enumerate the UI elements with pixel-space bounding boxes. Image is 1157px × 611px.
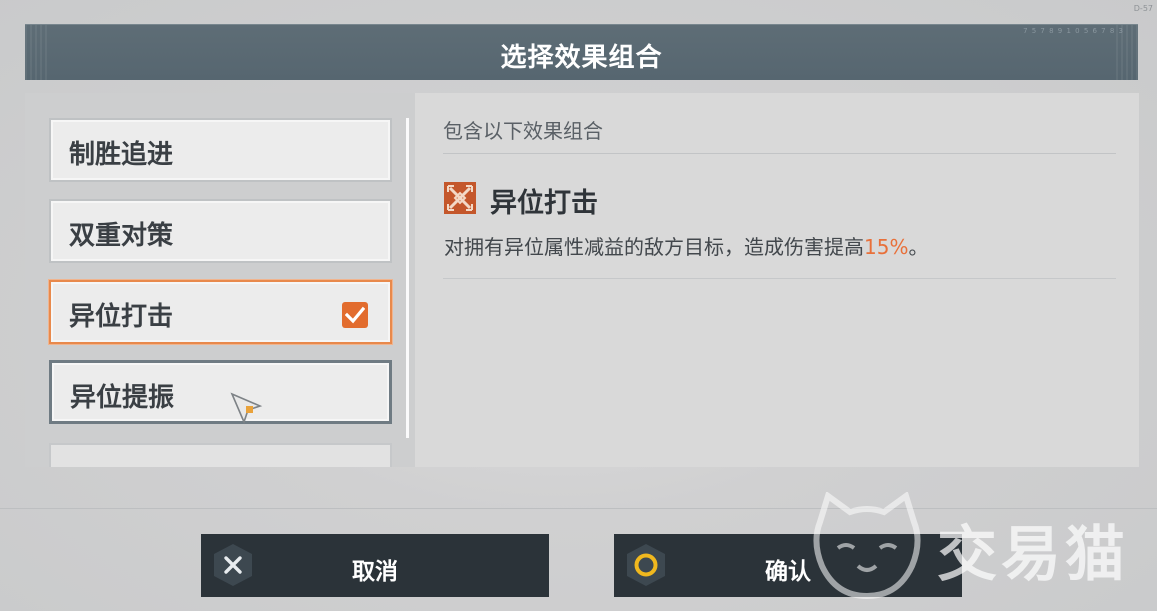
divider [443,153,1116,154]
header-code: 7 5 7 8 9 1 0 5 6 7 8 3 [1023,27,1124,35]
list-item-label: 异位打击 [69,302,174,332]
list-item-yiwei-tizhen[interactable]: 异位提振 [49,360,392,424]
list-item-yiwei-daji[interactable]: 异位打击 [49,280,392,344]
checkbox-checked[interactable] [342,302,368,328]
list-item-label: 异位提振 [70,383,175,413]
divider [443,278,1116,279]
effect-desc-text: 对拥有异位属性减益的敌方目标，造成伤害提高 [444,235,864,259]
list-item-label: 制胜追进 [69,140,174,170]
effect-name: 异位打击 [490,188,598,219]
watermark-cat-icon [813,492,921,600]
cursor-icon [230,392,263,425]
dialog-title: 选择效果组合 [500,43,663,73]
effect-desc-value: 15% [864,235,909,259]
list-item-label: 双重对策 [69,221,174,251]
list-scrollbar[interactable] [406,118,409,438]
watermark-text: 交易猫 [937,520,1129,590]
checkmark-icon [345,306,365,324]
list-item-partial[interactable] [49,443,392,467]
detail-subtitle: 包含以下效果组合 [443,119,603,143]
effect-desc-suffix: 。 [908,235,929,259]
crossed-swords-icon [444,182,476,214]
list-item-zhisheng[interactable]: 制胜追进 [49,118,392,182]
dialog-header: 7 5 7 8 9 1 0 5 6 7 8 3 选择效果组合 [25,24,1138,80]
corner-code: D-57 [1133,4,1153,13]
cancel-button[interactable]: 取消 [201,534,549,597]
list-item-shuangchong[interactable]: 双重对策 [49,199,392,263]
effect-description: 对拥有异位属性减益的敌方目标，造成伤害提高15%。 [444,231,928,260]
cancel-label: 取消 [352,559,398,585]
